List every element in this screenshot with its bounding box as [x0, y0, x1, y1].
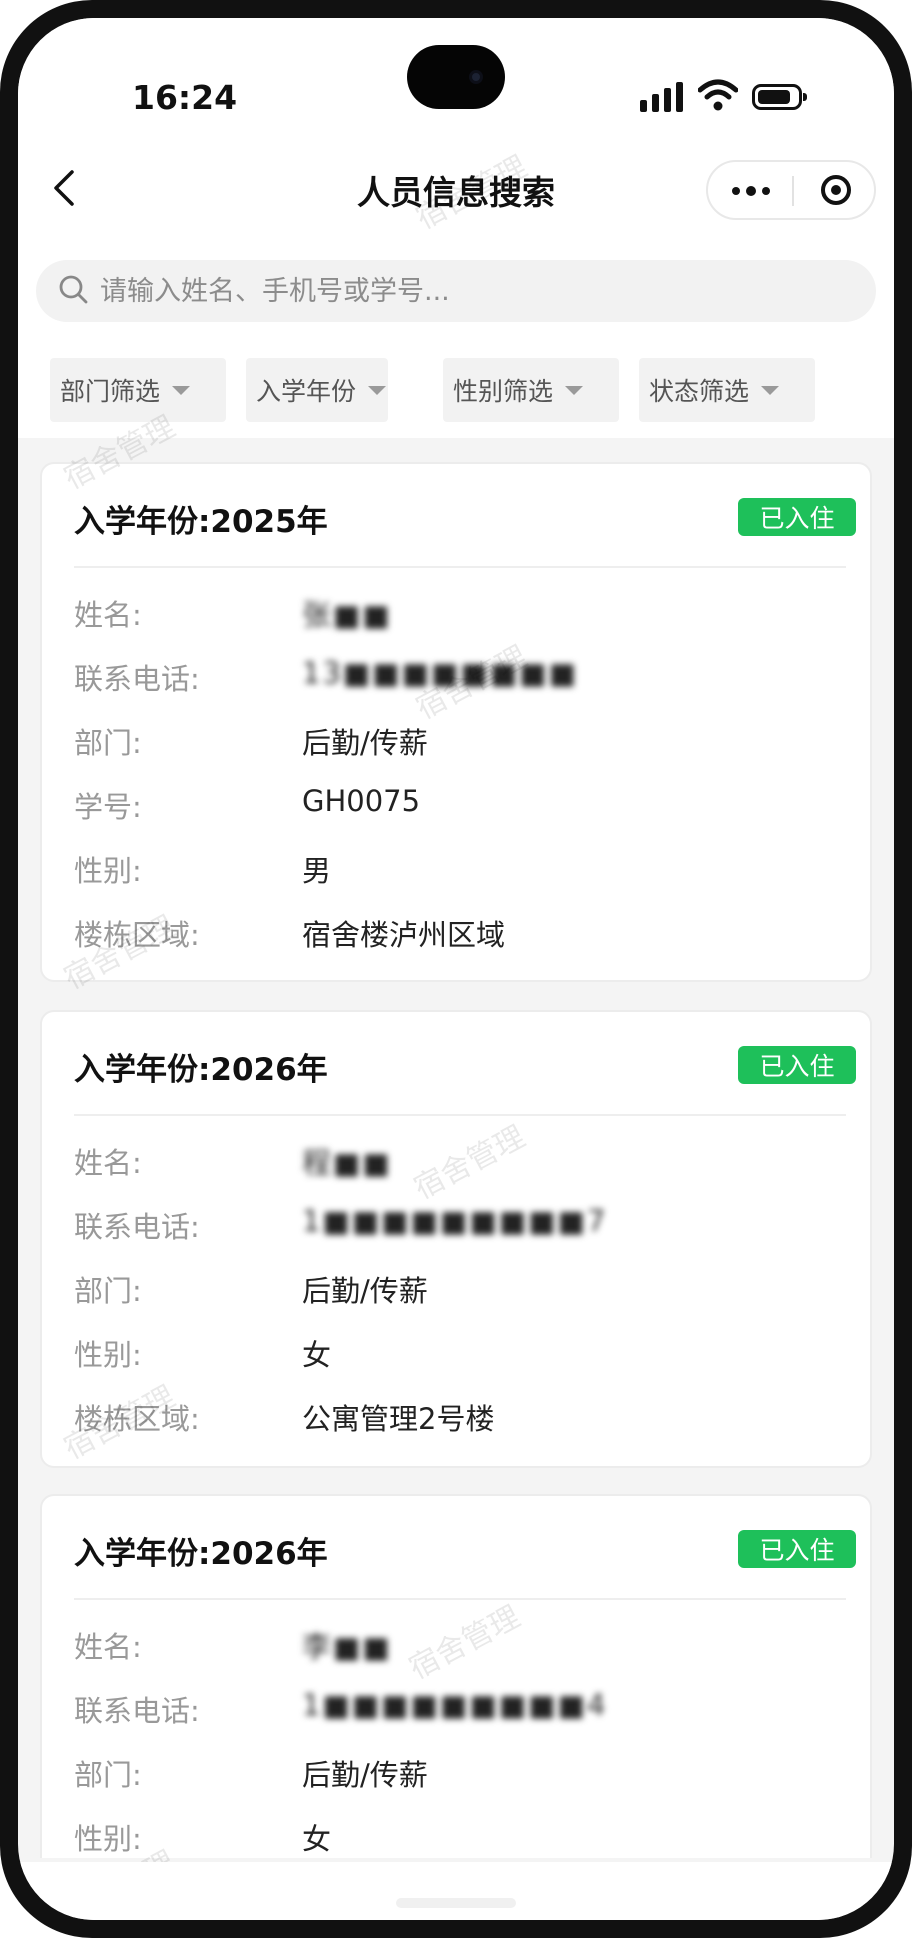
home-strip: [18, 1862, 894, 1920]
status-badge: 已入住: [738, 1530, 856, 1568]
dropdown-arrow-icon: [565, 385, 584, 395]
field-label: 性别:: [74, 854, 142, 888]
filter-label: 部门筛选: [60, 377, 161, 406]
field-label: 楼栋区域:: [74, 1402, 200, 1436]
screen: 16:24 人员信息搜索 请输入姓名、手机号或学号... 部门筛选 入学年份 性…: [18, 18, 894, 1920]
person-card[interactable]: 入学年份:2026年 已入住 姓名: 程■■ 联系电话: 1■■■■■■■■■7…: [40, 1010, 872, 1468]
filter-label: 性别筛选: [453, 377, 554, 406]
field-label: 姓名:: [74, 1630, 142, 1664]
field-label: 部门:: [74, 1274, 142, 1308]
card-title: 入学年份:2026年: [74, 1536, 328, 1572]
card-divider: [74, 566, 846, 568]
card-divider: [74, 1114, 846, 1116]
dropdown-arrow-icon: [368, 385, 387, 395]
card-divider: [74, 1598, 846, 1600]
search-input[interactable]: [100, 272, 840, 310]
field-value: 李■■: [302, 1630, 392, 1664]
field-value: 1■■■■■■■■■7: [302, 1204, 608, 1238]
field-label: 姓名:: [74, 1146, 142, 1180]
field-value: 程■■: [302, 1146, 392, 1180]
card-title: 入学年份:2025年: [74, 504, 328, 540]
status-badge: 已入住: [738, 1046, 856, 1084]
card-title: 入学年份:2026年: [74, 1052, 328, 1088]
field-value: 1■■■■■■■■■4: [302, 1688, 608, 1722]
battery-icon: [752, 84, 807, 110]
nav-bar: 人员信息搜索: [18, 138, 894, 238]
field-label: 性别:: [74, 1822, 142, 1856]
filter-label: 入学年份: [256, 377, 357, 406]
dropdown-arrow-icon: [761, 385, 780, 395]
field-label: 部门:: [74, 1758, 142, 1792]
field-label: 联系电话:: [74, 1694, 200, 1728]
home-indicator[interactable]: [396, 1898, 516, 1908]
field-value: 女: [302, 1338, 332, 1372]
wifi-icon: [698, 79, 738, 111]
field-value: 后勤/传薪: [302, 1758, 428, 1792]
search-area: [18, 238, 894, 338]
field-value: 男: [302, 854, 332, 888]
field-value: 女: [302, 1822, 332, 1856]
field-label: 学号:: [74, 790, 142, 824]
filter-enrollment-year[interactable]: 入学年份: [246, 358, 388, 422]
more-dots-icon[interactable]: [708, 162, 792, 218]
camera-icon: [469, 70, 483, 84]
field-label: 姓名:: [74, 598, 142, 632]
filter-label: 状态筛选: [649, 377, 750, 406]
filter-bar: 部门筛选 入学年份 性别筛选 状态筛选: [18, 338, 894, 438]
field-value: 张■■: [302, 598, 392, 632]
field-label: 性别:: [74, 1338, 142, 1372]
filter-status[interactable]: 状态筛选: [639, 358, 815, 422]
field-value: 公寓管理2号楼: [302, 1402, 495, 1436]
search-box[interactable]: [36, 260, 876, 322]
dynamic-island: [407, 45, 505, 109]
field-label: 部门:: [74, 726, 142, 760]
field-value: 宿舍楼泸州区域: [302, 918, 506, 952]
field-value: 后勤/传薪: [302, 1274, 428, 1308]
status-badge: 已入住: [738, 498, 856, 536]
field-value: 后勤/传薪: [302, 726, 428, 760]
dropdown-arrow-icon: [172, 385, 191, 395]
field-value: 13■■■■■■■■: [302, 656, 579, 690]
phone-frame: 16:24 人员信息搜索 请输入姓名、手机号或学号... 部门筛选 入学年份 性…: [0, 0, 912, 1938]
search-icon: [59, 275, 88, 304]
field-label: 楼栋区域:: [74, 918, 200, 952]
field-label: 联系电话:: [74, 1210, 200, 1244]
results-list[interactable]: 入学年份:2025年 已入住 姓名: 张■■ 联系电话: 13■■■■■■■■ …: [18, 438, 894, 1858]
target-circle-icon[interactable]: [794, 162, 878, 218]
person-card[interactable]: 入学年份:2026年 已入住 姓名: 李■■ 联系电话: 1■■■■■■■■■4…: [40, 1494, 872, 1858]
field-label: 联系电话:: [74, 662, 200, 696]
person-card[interactable]: 入学年份:2025年 已入住 姓名: 张■■ 联系电话: 13■■■■■■■■ …: [40, 462, 872, 982]
filter-gender[interactable]: 性别筛选: [443, 358, 619, 422]
menu-capsule: [706, 160, 876, 220]
signal-icon: [640, 82, 684, 112]
status-bar: 16:24: [18, 18, 894, 138]
status-time: 16:24: [132, 78, 238, 117]
field-value: GH0075: [302, 784, 421, 818]
filter-department[interactable]: 部门筛选: [50, 358, 226, 422]
